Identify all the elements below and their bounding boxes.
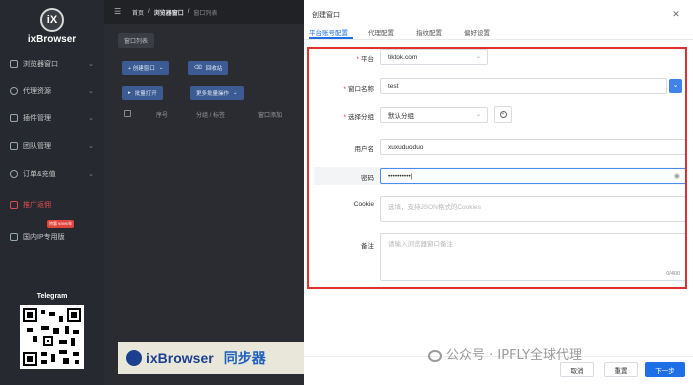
external-icon <box>10 233 18 241</box>
create-window-label: + 创建窗口 <box>128 66 155 72</box>
window-list-area: ☰ 首页 / 浏览器窗口 / 窗口列表 窗口列表 + 创建窗口 ⌄ ⌫ 回收站 … <box>104 0 304 385</box>
chevron-down-icon: ⌄ <box>233 90 238 96</box>
app-name: ixBrowser <box>27 34 77 45</box>
sidebar-item-referral[interactable]: 推广返佣 <box>0 195 104 215</box>
tab-window-list[interactable]: 窗口列表 <box>118 33 155 48</box>
menu-toggle-icon[interactable]: ☰ <box>114 7 121 16</box>
sidebar-item-extensions[interactable]: 插件管理 ⌄ <box>0 108 104 128</box>
more-batch-button[interactable]: 更多批量操作 ⌄ <box>190 86 244 100</box>
create-window-button[interactable]: + 创建窗口 ⌄ <box>122 61 170 75</box>
play-icon: ▸ <box>128 90 131 96</box>
chevron-down-icon: ⌄ <box>88 61 94 68</box>
sidebar-item-team[interactable]: 团队管理 ⌄ <box>0 136 104 156</box>
column-group-tags: 分组 / 标签 <box>196 113 226 119</box>
banner-title: ixBrowser <box>146 350 214 366</box>
sidebar-item-label: 订单&充值 <box>23 171 56 178</box>
puzzle-icon <box>10 114 18 122</box>
users-icon <box>10 142 18 150</box>
reset-button[interactable]: 重置 <box>604 362 638 377</box>
sidebar-item-label: 推广返佣 <box>23 202 51 209</box>
watermark-text: 公众号 · IPFLY全球代理 <box>446 348 583 363</box>
highlight-frame <box>307 47 687 289</box>
sidebar-item-label: 代理资源 <box>23 88 51 95</box>
coin-icon <box>10 170 18 178</box>
sidebar-item-label: 插件管理 <box>23 115 51 122</box>
column-index[interactable]: 序号 <box>156 110 168 119</box>
gift-icon <box>10 201 18 209</box>
select-all-checkbox[interactable] <box>124 110 131 117</box>
chevron-down-icon: ⌄ <box>88 88 94 95</box>
sidebar-item-domestic-ip[interactable]: 国内IP专用版 <box>0 227 104 247</box>
next-step-button[interactable]: 下一步 <box>645 362 685 377</box>
breadcrumb-page: 窗口列表 <box>193 10 218 17</box>
sidebar-item-label: 浏览器窗口 <box>23 61 58 68</box>
watermark: 公众号 · IPFLY全球代理 <box>428 344 582 363</box>
breadcrumb-separator: / <box>187 9 190 15</box>
sidebar-item-label: 国内IP专用版 <box>23 234 65 241</box>
recycle-bin-button[interactable]: ⌫ 回收站 <box>188 61 229 75</box>
telegram-qr-code <box>20 305 84 369</box>
tab-platform-account[interactable]: 平台账号配置 <box>309 27 348 37</box>
table-header: 序号 分组 / 标签 窗口添加 <box>118 106 304 122</box>
app-logo: iX <box>40 8 64 32</box>
chevron-down-icon: ⌄ <box>88 143 94 150</box>
batch-open-label: 批量打开 <box>134 91 157 97</box>
sidebar-item-orders[interactable]: 订单&充值 ⌄ <box>0 164 104 184</box>
banner-logo-icon <box>126 350 142 366</box>
globe-icon <box>10 87 18 95</box>
sidebar-item-proxy[interactable]: 代理资源 ⌄ <box>0 81 104 101</box>
breadcrumb-separator: / <box>148 9 150 15</box>
trash-icon: ⌫ <box>194 65 202 71</box>
sidebar-item-label: 团队管理 <box>23 143 51 150</box>
tab-preferences[interactable]: 偏好设置 <box>464 27 490 37</box>
breadcrumb-home[interactable]: 首页 <box>132 8 144 17</box>
cancel-button[interactable]: 取消 <box>560 362 594 377</box>
close-icon[interactable]: ✕ <box>671 9 681 19</box>
chevron-down-icon: ⌄ <box>88 171 94 178</box>
batch-open-button[interactable]: ▸ 批量打开 <box>122 86 163 100</box>
telegram-label: Telegram <box>36 293 68 300</box>
column-window-add: 窗口添加 <box>258 113 283 119</box>
more-batch-label: 更多批量操作 <box>196 91 230 97</box>
tab-fingerprint[interactable]: 指纹配置 <box>416 27 442 37</box>
window-icon <box>10 60 18 68</box>
sidebar-item-browser-windows[interactable]: 浏览器窗口 ⌄ <box>0 54 104 74</box>
recycle-bin-label: 回收站 <box>205 66 223 72</box>
sidebar: iX ixBrowser 浏览器窗口 ⌄ 代理资源 ⌄ 插件管理 ⌄ 团队管理 … <box>0 0 104 385</box>
breadcrumb: ☰ 首页 / 浏览器窗口 / 窗口列表 <box>104 0 304 24</box>
tabs-divider <box>304 39 693 40</box>
tab-proxy[interactable]: 代理配置 <box>368 27 394 37</box>
dialog-title: 创建窗口 <box>312 12 340 19</box>
chevron-down-icon: ⌄ <box>158 65 164 71</box>
promo-banner: ixBrowser 同步器 <box>118 342 304 374</box>
create-window-dialog: 创建窗口 ✕ 平台账号配置 代理配置 指纹配置 偏好设置 * 平台 tiktok.… <box>304 0 693 385</box>
banner-subtitle: 同步器 <box>223 350 266 366</box>
chevron-down-icon: ⌄ <box>88 115 94 122</box>
breadcrumb-section[interactable]: 浏览器窗口 <box>154 8 184 17</box>
wechat-icon <box>428 349 442 362</box>
